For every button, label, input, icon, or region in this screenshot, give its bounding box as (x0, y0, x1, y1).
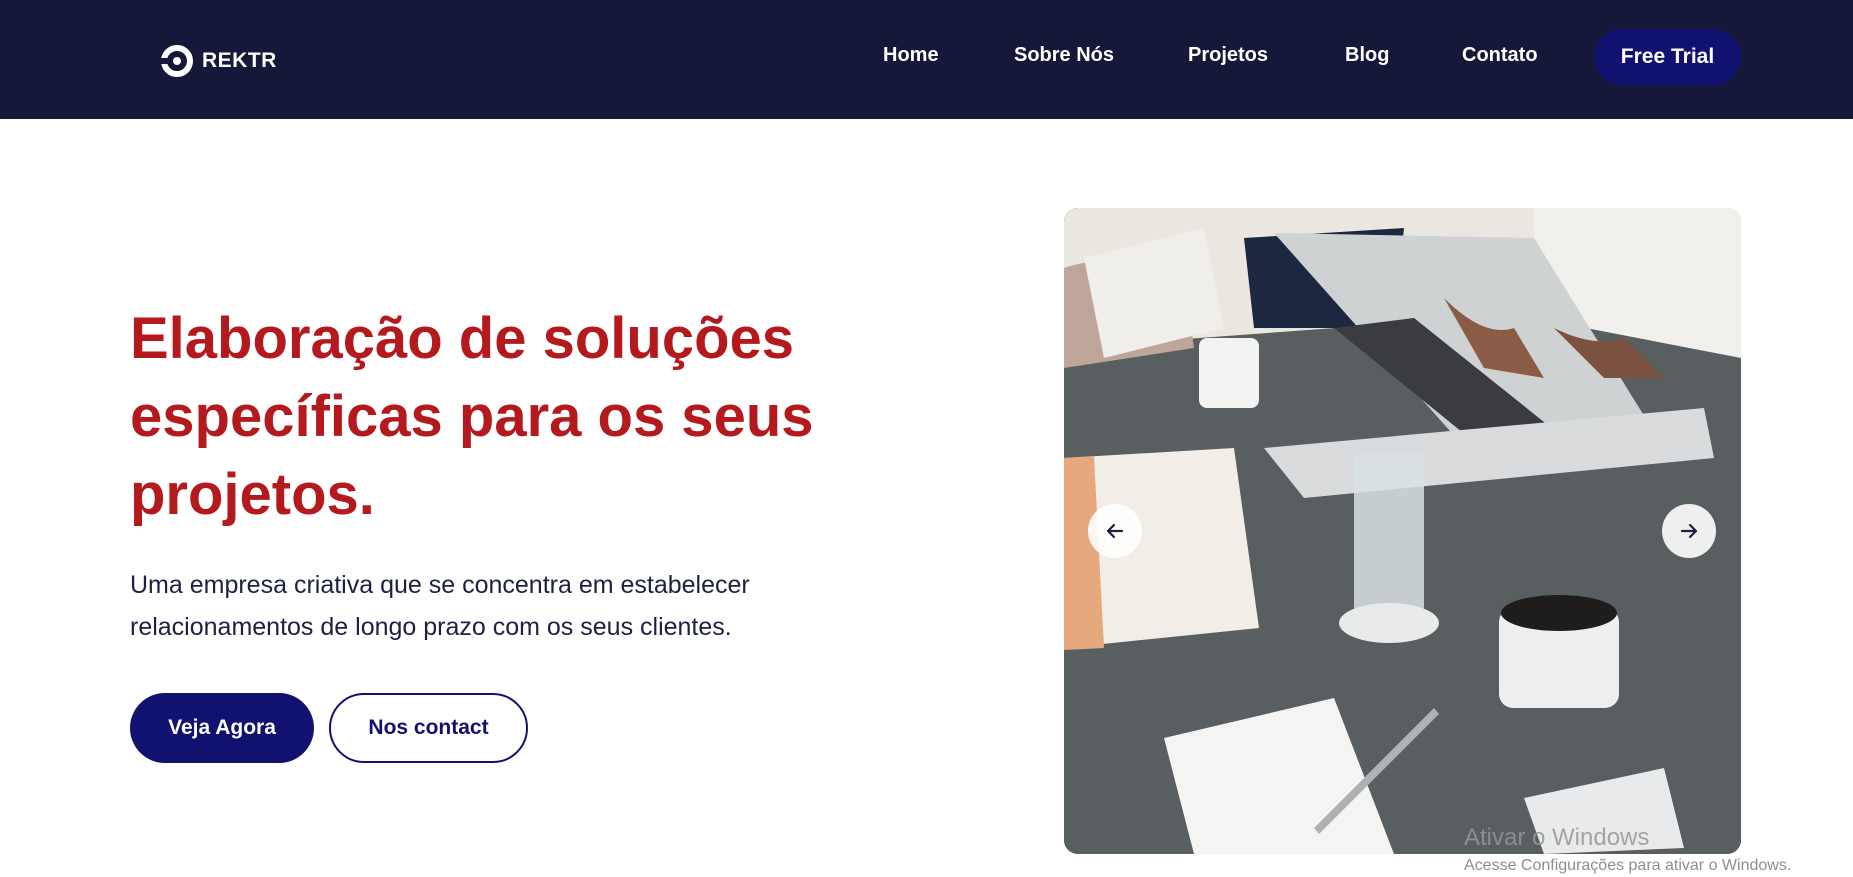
nav-item-contato[interactable]: Contato (1462, 44, 1538, 67)
slider-next-button[interactable] (1662, 504, 1716, 558)
arrow-left-icon (1106, 523, 1124, 539)
hero-description: Uma empresa criativa que se concentra em… (130, 571, 750, 641)
contact-button[interactable]: Nos contact (329, 693, 528, 763)
hero-title: Elaboração de soluções específicas para … (130, 306, 814, 527)
slider-prev-button[interactable] (1088, 504, 1142, 558)
veja-agora-button[interactable]: Veja Agora (130, 693, 314, 763)
nav-item-projetos[interactable]: Projetos (1188, 44, 1268, 67)
nav-item-blog[interactable]: Blog (1345, 44, 1389, 67)
image-slider[interactable] (1064, 208, 1741, 854)
main-nav: Home Sobre Nós Projetos Blog Contato (0, 0, 1853, 119)
slide-image (1064, 208, 1741, 854)
arrow-right-icon (1680, 523, 1698, 539)
windows-activation-subtitle: Acesse Configurações para ativar o Windo… (1464, 857, 1792, 874)
free-trial-button[interactable]: Free Trial (1594, 29, 1741, 85)
top-navbar: REKTR Home Sobre Nós Projetos Blog Conta… (0, 0, 1853, 119)
nav-item-sobre-nos[interactable]: Sobre Nós (1014, 44, 1114, 67)
nav-item-home[interactable]: Home (883, 44, 939, 67)
windows-activation-title: Ativar o Windows (1464, 824, 1650, 851)
